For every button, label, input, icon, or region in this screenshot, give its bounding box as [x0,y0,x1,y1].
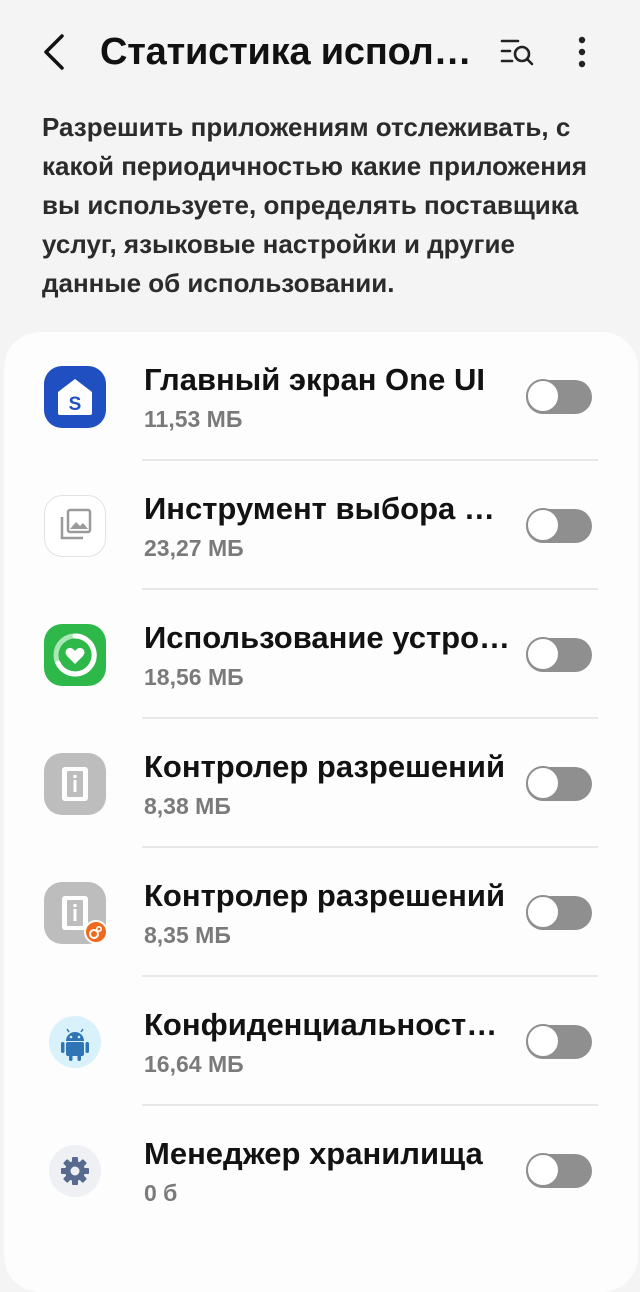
app-size: 16,64 МБ [144,1051,244,1077]
svg-text:S: S [69,394,82,415]
app-bar: Статистика испол… [0,0,640,104]
apps-list: S Главный экран One UI 11,53 МБ Инструме… [4,332,638,1292]
more-vert-icon [578,36,586,68]
app-name: Конфиденциальность… [144,1007,516,1042]
permission-controller-icon [44,753,106,815]
more-options-button[interactable] [558,28,606,76]
search-button[interactable] [494,28,542,76]
list-item[interactable]: Использование устрой… 18,56 МБ [4,590,638,719]
app-size: 23,27 МБ [144,535,244,561]
back-arrow-icon [44,34,64,70]
page-title: Статистика испол… [100,31,472,73]
app-size: 8,38 МБ [144,793,231,819]
usage-access-toggle[interactable] [526,379,592,414]
back-button[interactable] [30,28,78,76]
usage-access-toggle[interactable] [526,637,592,672]
page-description: Разрешить приложениям отслеживать, с как… [42,112,588,298]
app-size: 18,56 МБ [144,664,244,690]
android-privacy-icon [44,1011,106,1073]
app-name: Инструмент выбора м… [144,491,516,526]
app-size: 8,35 МБ [144,922,231,948]
app-name: Контролер разрешений [144,749,505,784]
one-ui-home-icon: S [44,366,106,428]
list-search-icon [500,39,534,66]
list-item[interactable]: Конфиденциальность… 16,64 МБ [4,977,638,1106]
app-size: 0 б [144,1180,178,1206]
permission-controller-badged-icon [44,882,108,944]
list-item[interactable]: Контролер разрешений 8,35 МБ [4,848,638,977]
app-size: 11,53 МБ [144,406,243,432]
list-item[interactable]: Инструмент выбора м… 23,27 МБ [4,461,638,590]
storage-manager-gear-icon [44,1140,106,1202]
list-item[interactable]: S Главный экран One UI 11,53 МБ [4,332,638,461]
app-name: Менеджер хранилища [144,1136,483,1171]
app-name: Контролер разрешений [144,878,505,913]
usage-access-toggle[interactable] [526,508,592,543]
usage-access-toggle[interactable] [526,895,592,930]
device-care-icon [44,624,106,686]
app-name: Использование устрой… [144,620,516,655]
list-item[interactable]: Контролер разрешений 8,38 МБ [4,719,638,848]
usage-access-toggle[interactable] [526,766,592,801]
list-item[interactable]: Менеджер хранилища 0 б [4,1106,638,1235]
media-picker-icon [44,495,106,557]
usage-access-toggle[interactable] [526,1024,592,1059]
usage-access-toggle[interactable] [526,1153,592,1188]
app-name: Главный экран One UI [144,362,485,397]
